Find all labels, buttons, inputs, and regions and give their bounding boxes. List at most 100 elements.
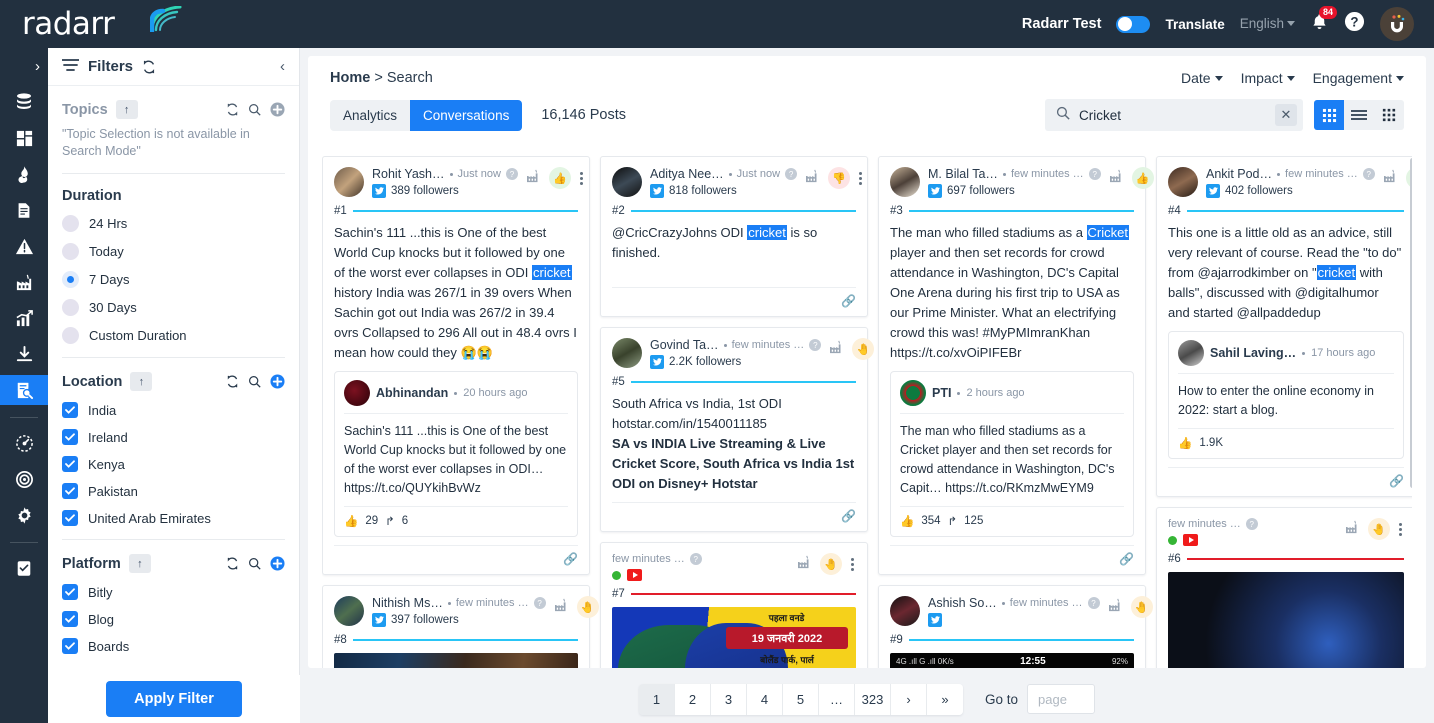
sentiment-positive-icon[interactable]: 👍 xyxy=(548,167,571,189)
user-avatar[interactable] xyxy=(1380,7,1414,41)
quoted-post[interactable]: PTI 2 hours ago The man who filled stadi… xyxy=(890,371,1134,537)
topics-refresh-icon[interactable] xyxy=(226,103,239,116)
duration-option-24hrs[interactable]: 24 Hrs xyxy=(62,215,285,232)
post-menu-button[interactable] xyxy=(857,171,864,185)
info-icon[interactable]: ? xyxy=(689,553,702,565)
board-scrollbar[interactable] xyxy=(1410,158,1412,488)
info-icon[interactable]: ? xyxy=(785,168,798,180)
rail-item-dashboard[interactable] xyxy=(0,123,48,153)
influence-icon[interactable] xyxy=(1383,169,1399,188)
apply-filter-button[interactable]: Apply Filter xyxy=(106,681,242,717)
post-card[interactable]: Rohit Yash… Just now ? 389 followers 👍 #… xyxy=(322,156,590,575)
post-menu-button[interactable] xyxy=(578,171,585,185)
radio-custom-duration[interactable] xyxy=(62,327,79,344)
checkbox-uae[interactable] xyxy=(62,510,78,526)
checkbox-pakistan[interactable] xyxy=(62,483,78,499)
influence-icon[interactable] xyxy=(1109,169,1125,188)
quoted-post[interactable]: Abhinandan 20 hours ago Sachin's 111 ...… xyxy=(334,371,578,537)
influence-icon[interactable] xyxy=(526,169,542,188)
rail-item-downloads[interactable] xyxy=(0,339,48,369)
post-author[interactable]: Aditya Nee… xyxy=(650,167,724,181)
link-icon[interactable]: 🔗 xyxy=(563,552,578,566)
post-author[interactable]: Nithish Ms… xyxy=(372,596,443,610)
location-search-icon[interactable] xyxy=(248,375,261,388)
search-input[interactable] xyxy=(1079,107,1266,123)
filters-reset-button[interactable] xyxy=(142,60,156,74)
info-icon[interactable]: ? xyxy=(1245,518,1258,530)
post-card[interactable]: few minutes … ? 🤚 xyxy=(600,542,868,668)
influence-icon[interactable] xyxy=(1108,598,1124,617)
sentiment-negative-icon[interactable]: 👎 xyxy=(828,167,851,189)
sort-menu-engagement[interactable]: Engagement xyxy=(1313,70,1404,86)
platform-option-bitly[interactable]: Bitly xyxy=(62,584,285,600)
checkbox-blog[interactable] xyxy=(62,611,78,627)
sentiment-neutral-icon[interactable]: 🤚 xyxy=(820,553,842,575)
radio-today[interactable] xyxy=(62,243,79,260)
link-icon[interactable]: 🔗 xyxy=(1119,552,1134,566)
post-card[interactable]: M. Bilal Ta… few minutes … ? 697 followe… xyxy=(878,156,1166,575)
post-card[interactable]: Nithish Ms… few minutes … ? 397 follower… xyxy=(322,585,611,668)
post-media-image[interactable]: 4G .ıll G .ıll 0K/s 12:55 92% ← Pradeep … xyxy=(890,653,1134,668)
sentiment-neutral-icon[interactable]: 🤚 xyxy=(1130,596,1153,618)
filters-collapse-button[interactable]: ‹ xyxy=(280,58,285,75)
location-option-ireland[interactable]: Ireland xyxy=(62,429,285,445)
radio-7days[interactable] xyxy=(62,271,79,288)
page-button-1[interactable]: 1 xyxy=(638,683,675,715)
notifications-button[interactable]: 84 xyxy=(1310,5,1337,37)
page-button-2[interactable]: 2 xyxy=(674,683,711,715)
info-icon[interactable]: ? xyxy=(1088,168,1101,180)
duration-option-7days[interactable]: 7 Days xyxy=(62,271,285,288)
sentiment-neutral-icon[interactable]: 🤚 xyxy=(852,338,875,360)
post-media-image[interactable]: पहला वनडे 19 जनवरी 2022 बोलैंड पार्क, पा… xyxy=(612,607,856,668)
tab-analytics[interactable]: Analytics xyxy=(330,99,411,131)
platform-sort-button[interactable]: ↑ xyxy=(128,554,151,573)
rail-expand-button[interactable]: › xyxy=(35,58,40,75)
rail-item-settings[interactable] xyxy=(0,500,48,530)
platform-option-blog[interactable]: Blog xyxy=(62,611,285,627)
post-card[interactable]: Ashish So… few minutes … ? 🤚 #9 4G .ıll … xyxy=(878,585,1165,668)
search-clear-button[interactable]: ✕ xyxy=(1275,104,1297,126)
page-button-4[interactable]: 4 xyxy=(746,683,783,715)
checkbox-bitly[interactable] xyxy=(62,584,78,600)
duration-option-30days[interactable]: 30 Days xyxy=(62,299,285,316)
location-option-kenya[interactable]: Kenya xyxy=(62,456,285,472)
location-option-pakistan[interactable]: Pakistan xyxy=(62,483,285,499)
post-card[interactable]: Aditya Nee… Just now ? 818 followers 👎 #… xyxy=(600,156,868,317)
post-card[interactable]: Ankit Pod… few minutes … ? 402 followers xyxy=(1156,156,1412,497)
info-icon[interactable]: ? xyxy=(533,597,546,609)
topics-add-button[interactable] xyxy=(270,102,285,117)
rail-item-database[interactable] xyxy=(0,87,48,117)
translate-toggle[interactable] xyxy=(1116,15,1151,33)
sentiment-neutral-icon[interactable]: 🤚 xyxy=(1368,518,1390,540)
platform-refresh-icon[interactable] xyxy=(226,557,239,570)
sort-menu-date[interactable]: Date xyxy=(1181,70,1223,86)
post-author[interactable]: Rohit Yash… xyxy=(372,167,445,181)
view-grid-button[interactable] xyxy=(1314,100,1344,130)
post-author[interactable]: Govind Ta… xyxy=(650,338,719,352)
breadcrumb-home[interactable]: Home xyxy=(330,70,370,86)
tab-conversations[interactable]: Conversations xyxy=(410,99,523,131)
location-sort-button[interactable]: ↑ xyxy=(130,372,153,391)
quoted-post[interactable]: Sahil Laving… 17 hours ago How to enter … xyxy=(1168,331,1404,459)
post-author[interactable]: M. Bilal Ta… xyxy=(928,167,998,181)
view-compact-button[interactable] xyxy=(1374,100,1404,130)
radio-30days[interactable] xyxy=(62,299,79,316)
goto-page-input[interactable] xyxy=(1027,684,1096,714)
influence-icon[interactable] xyxy=(797,555,813,574)
rail-item-industry[interactable] xyxy=(0,267,48,297)
location-option-uae[interactable]: United Arab Emirates xyxy=(62,510,285,526)
checkbox-kenya[interactable] xyxy=(62,456,78,472)
page-next-button[interactable]: › xyxy=(890,683,927,715)
rail-item-search-report[interactable] xyxy=(0,375,48,405)
checkbox-boards[interactable] xyxy=(62,638,78,654)
influence-icon[interactable] xyxy=(805,169,821,188)
post-menu-button[interactable] xyxy=(1397,522,1404,536)
rail-item-alerts[interactable] xyxy=(0,231,48,261)
link-icon[interactable]: 🔗 xyxy=(841,509,856,523)
topics-sort-button[interactable]: ↑ xyxy=(115,100,138,119)
page-button-last[interactable]: 323 xyxy=(854,683,891,715)
link-icon[interactable]: 🔗 xyxy=(841,294,856,308)
post-media-image[interactable] xyxy=(1168,572,1404,668)
topics-search-icon[interactable] xyxy=(248,103,261,116)
language-select[interactable]: English xyxy=(1240,15,1295,33)
